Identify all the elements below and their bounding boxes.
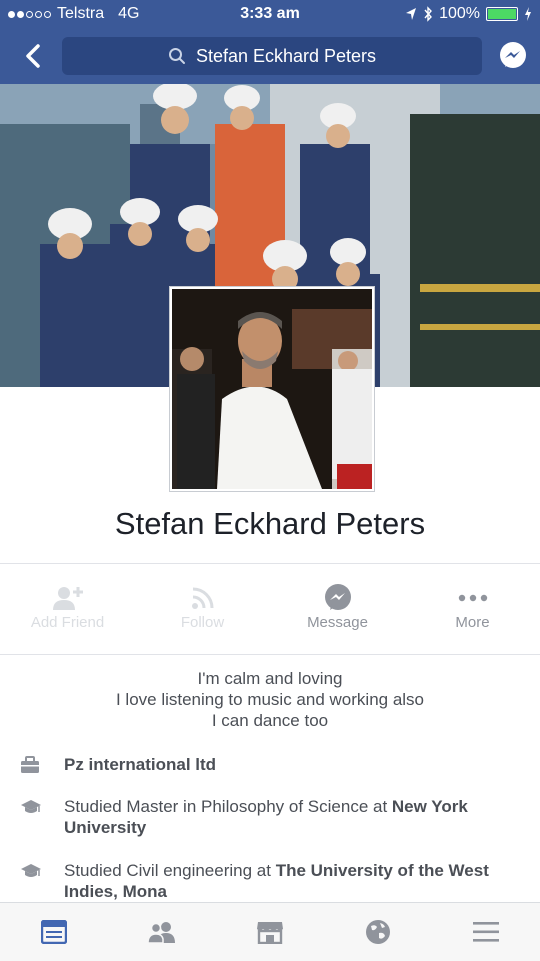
status-bar: Telstra 4G 3:33 am 100% — [0, 0, 540, 28]
message-button[interactable]: Message — [270, 574, 405, 654]
profile-picture-image — [172, 289, 372, 489]
friends-icon — [147, 922, 175, 943]
location-arrow-icon — [406, 8, 417, 20]
charging-icon — [525, 7, 531, 21]
education-info-row[interactable]: Studied Civil engineering at The Univers… — [20, 860, 520, 902]
tab-notifications[interactable] — [324, 903, 432, 961]
search-bar[interactable]: Stefan Eckhard Peters — [62, 37, 482, 75]
profile-name: Stefan Eckhard Peters — [114, 506, 426, 541]
work-info-row[interactable]: Pz international ltd — [20, 754, 520, 779]
graduation-cap-icon — [21, 800, 41, 813]
more-button[interactable]: More — [405, 574, 540, 654]
more-label: More — [455, 614, 490, 631]
briefcase-icon — [21, 756, 39, 773]
profile-picture[interactable] — [170, 287, 374, 491]
education-text: Studied Master in Philosophy of Science … — [64, 797, 392, 816]
tab-marketplace[interactable] — [216, 903, 324, 961]
add-friend-icon — [52, 587, 83, 610]
battery-percent: 100% — [439, 5, 480, 22]
menu-icon — [473, 922, 499, 942]
divider — [0, 654, 540, 655]
marketplace-icon — [257, 922, 283, 944]
bio-line: I'm calm and loving — [197, 669, 343, 688]
education-text: Studied Civil engineering at — [64, 861, 276, 880]
profile-actions-bar: Add Friend Follow Message More — [0, 574, 540, 654]
education-info-row[interactable]: Studied Master in Philosophy of Science … — [20, 796, 520, 838]
message-label: Message — [307, 614, 368, 631]
message-messenger-icon — [324, 584, 351, 610]
bio-line: I can dance too — [211, 711, 329, 730]
status-right: 100% — [405, 5, 532, 23]
follow-label: Follow — [180, 614, 225, 631]
follow-button[interactable]: Follow — [135, 574, 270, 654]
messenger-icon[interactable] — [498, 41, 528, 71]
divider — [0, 563, 540, 564]
tab-friends[interactable] — [108, 903, 216, 961]
tab-menu[interactable] — [432, 903, 540, 961]
add-friend-label: Add Friend — [30, 614, 105, 631]
graduation-cap-icon — [21, 864, 41, 877]
bottom-tab-bar — [0, 902, 540, 961]
news-feed-icon — [41, 920, 67, 944]
more-icon — [458, 594, 487, 602]
search-query-text: Stefan Eckhard Peters — [195, 45, 377, 66]
back-arrow-icon[interactable] — [18, 40, 50, 72]
bio-line: I love listening to music and working al… — [115, 690, 425, 709]
top-navigation-bar: Stefan Eckhard Peters — [0, 28, 540, 84]
search-icon — [168, 48, 185, 64]
work-employer: Pz international ltd — [64, 755, 217, 774]
add-friend-button[interactable]: Add Friend — [0, 574, 135, 654]
bluetooth-icon — [424, 6, 433, 22]
profile-bio: I'm calm and loving I love listening to … — [0, 668, 540, 731]
notifications-globe-icon — [366, 920, 390, 944]
follow-icon — [191, 587, 213, 609]
tab-news-feed[interactable] — [0, 903, 108, 961]
battery-icon — [486, 7, 518, 21]
